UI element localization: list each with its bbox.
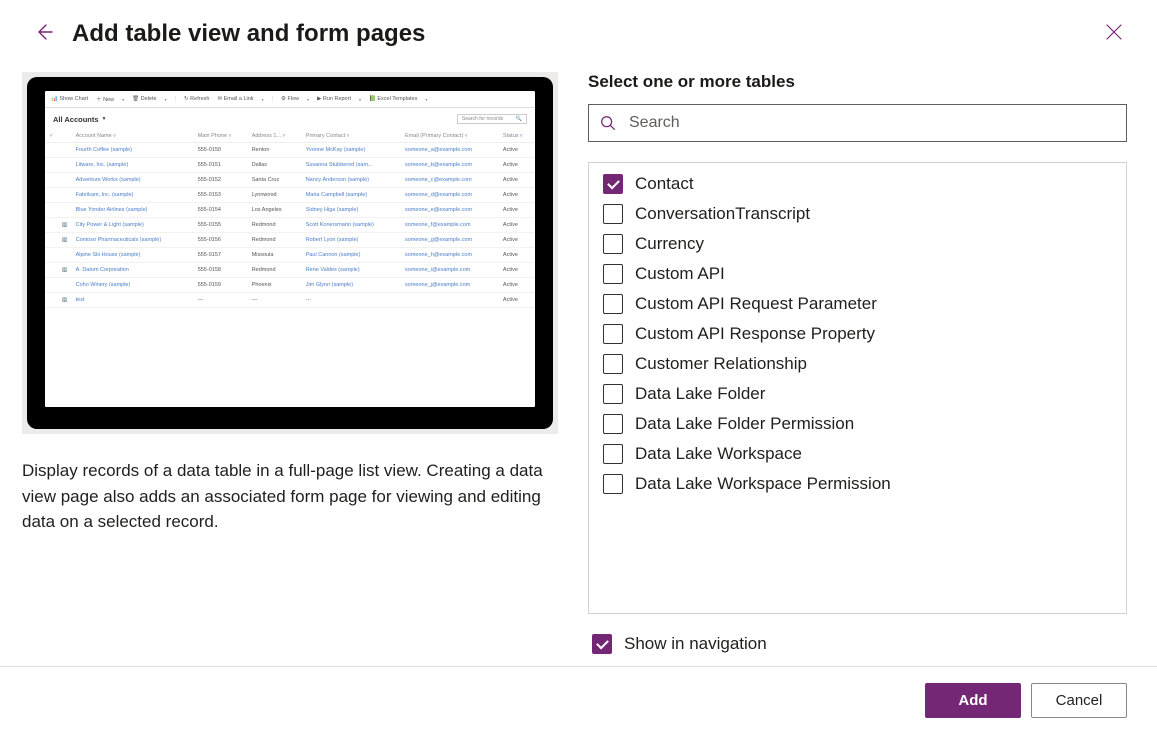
description-text: Display records of a data table in a ful…	[22, 458, 558, 535]
table-checkbox[interactable]	[603, 174, 623, 194]
table-checkbox[interactable]	[603, 204, 623, 224]
table-label: Data Lake Folder	[635, 384, 765, 404]
preview-column-header: Primary Contact ▿	[302, 130, 401, 143]
preview-toolbar-item: ↻ Refresh	[184, 96, 209, 102]
preview-toolbar-item: 📊 Show Chart	[51, 96, 88, 102]
close-icon[interactable]	[1101, 19, 1127, 49]
preview-row: Litware, Inc. (sample)555-0151DallasSusa…	[45, 158, 535, 173]
chevron-down-icon: ▾	[122, 97, 124, 102]
table-checkbox[interactable]	[603, 474, 623, 494]
table-checkbox[interactable]	[603, 384, 623, 404]
device-screen: 📊 Show Chart ＋ New ▾ 🗑 Delete ▾ | ↻ Refresh ✉ E…	[45, 91, 535, 407]
preview-row: Fabrikam, Inc. (sample)555-0153LynnwoodM…	[45, 188, 535, 203]
table-label: Currency	[635, 234, 704, 254]
table-label: Data Lake Workspace Permission	[635, 474, 891, 494]
table-label: Customer Relationship	[635, 354, 807, 374]
device-mock: 📊 Show Chart ＋ New ▾ 🗑 Delete ▾ | ↻ Refresh ✉ E…	[27, 77, 553, 429]
preview-toolbar-item: ⚙ Flow	[281, 96, 299, 102]
show-in-navigation-label: Show in navigation	[624, 634, 767, 654]
table-row[interactable]: Customer Relationship	[589, 349, 1126, 379]
page-title: Add table view and form pages	[72, 20, 1087, 48]
chevron-down-icon: ▾	[262, 97, 264, 102]
table-label: Data Lake Folder Permission	[635, 414, 854, 434]
chevron-down-icon: ▾	[103, 116, 106, 122]
show-in-navigation-row[interactable]: Show in navigation	[588, 614, 1127, 654]
table-row[interactable]: Contact	[589, 169, 1126, 199]
table-checkbox[interactable]	[603, 264, 623, 284]
table-label: Custom API Response Property	[635, 324, 875, 344]
preview-column-header: Email (Primary Contact) ▿	[401, 130, 499, 143]
toolbar-separator: |	[175, 96, 176, 102]
preview-row: Alpine Ski House (sample)555-0157Missoul…	[45, 248, 535, 263]
table-list[interactable]: Contact ConversationTranscript Currency Cus…	[589, 163, 1126, 613]
left-column: 📊 Show Chart ＋ New ▾ 🗑 Delete ▾ | ↻ Refresh ✉ E…	[22, 72, 558, 654]
show-in-navigation-checkbox[interactable]	[592, 634, 612, 654]
preview-column-header: Main Phone ▿	[194, 130, 248, 143]
preview-row: Fourth Coffee (sample)555-0150RentonYvon…	[45, 143, 535, 158]
table-label: Custom API	[635, 264, 725, 284]
table-checkbox[interactable]	[603, 234, 623, 254]
table-row[interactable]: Data Lake Folder Permission	[589, 409, 1126, 439]
preview-search-placeholder: Search for records	[462, 116, 503, 122]
preview-toolbar-item: ＋ New	[96, 95, 114, 103]
preview-toolbar-item: 🗑 Delete	[132, 96, 156, 102]
preview-column-header	[58, 130, 72, 143]
table-label: Data Lake Workspace	[635, 444, 802, 464]
preview-search-box: Search for records 🔍	[457, 114, 527, 124]
table-list-container: Contact ConversationTranscript Currency Cus…	[588, 162, 1127, 614]
preview-column-header: Account Name ▿	[72, 130, 194, 143]
chevron-down-icon: ▾	[359, 97, 361, 102]
table-label: Contact	[635, 174, 694, 194]
search-input[interactable]	[627, 113, 1116, 133]
table-checkbox[interactable]	[603, 294, 623, 314]
table-row[interactable]: Custom API Request Parameter	[589, 289, 1126, 319]
select-tables-label: Select one or more tables	[588, 72, 1127, 92]
table-row[interactable]: ConversationTranscript	[589, 199, 1126, 229]
dialog-header: Add table view and form pages	[0, 0, 1157, 60]
search-icon: 🔍	[516, 116, 522, 122]
table-checkbox[interactable]	[603, 324, 623, 344]
table-checkbox[interactable]	[603, 354, 623, 374]
preview-toolbar-item: ✉ Email a Link	[217, 96, 253, 102]
preview-row: Adventure Works (sample)555-0152Santa Cr…	[45, 173, 535, 188]
dialog-footer: Add Cancel	[0, 666, 1157, 734]
chevron-down-icon: ▾	[307, 97, 309, 102]
toolbar-separator: |	[272, 96, 273, 102]
table-checkbox[interactable]	[603, 414, 623, 434]
table-row[interactable]: Currency	[589, 229, 1126, 259]
table-row[interactable]: Data Lake Workspace	[589, 439, 1126, 469]
preview-column-header: Address 1... ▿	[248, 130, 302, 143]
preview-toolbar: 📊 Show Chart ＋ New ▾ 🗑 Delete ▾ | ↻ Refresh ✉ E…	[45, 91, 535, 108]
preview-column-header: Status ▿	[499, 130, 535, 143]
search-icon	[599, 114, 617, 132]
add-button[interactable]: Add	[925, 683, 1021, 718]
preview-view-header: All Accounts ▾ Search for records 🔍	[45, 108, 535, 130]
chevron-down-icon: ▾	[425, 97, 427, 102]
table-row[interactable]: Data Lake Folder	[589, 379, 1126, 409]
table-row[interactable]: Data Lake Workspace Permission	[589, 469, 1126, 499]
right-column: Select one or more tables Contact Convers…	[588, 72, 1127, 654]
table-row[interactable]: Custom API Response Property	[589, 319, 1126, 349]
preview-grid: ✓ Account Name ▿Main Phone ▿Address 1... …	[45, 130, 535, 308]
table-search-box[interactable]	[588, 104, 1127, 142]
preview-row: 🏢test---------Active	[45, 293, 535, 308]
preview-row: 🏢City Power & Light (sample)555-0155Redm…	[45, 218, 535, 233]
table-label: Custom API Request Parameter	[635, 294, 877, 314]
table-checkbox[interactable]	[603, 444, 623, 464]
cancel-button[interactable]: Cancel	[1031, 683, 1127, 718]
preview-row: Coho Winery (sample)555-0159PhoenixJim G…	[45, 278, 535, 293]
preview-toolbar-item: 📗 Excel Templates	[369, 96, 417, 102]
preview-column-header: ✓	[45, 130, 58, 143]
back-arrow-icon[interactable]	[30, 18, 58, 50]
preview-row: Blue Yonder Airlines (sample)555-0154Los…	[45, 203, 535, 218]
preview-toolbar-item: ▶ Run Report	[317, 96, 351, 102]
preview-row: 🏢A. Datum Corporation555-0158RedmondRene…	[45, 263, 535, 278]
table-row[interactable]: Custom API	[589, 259, 1126, 289]
table-label: ConversationTranscript	[635, 204, 810, 224]
main-content: 📊 Show Chart ＋ New ▾ 🗑 Delete ▾ | ↻ Refresh ✉ E…	[0, 60, 1157, 654]
preview-row: 🏢Contoso Pharmaceuticals (sample)555-015…	[45, 233, 535, 248]
preview-frame: 📊 Show Chart ＋ New ▾ 🗑 Delete ▾ | ↻ Refresh ✉ E…	[22, 72, 558, 434]
preview-view-title: All Accounts	[53, 115, 99, 124]
chevron-down-icon: ▾	[165, 97, 167, 102]
